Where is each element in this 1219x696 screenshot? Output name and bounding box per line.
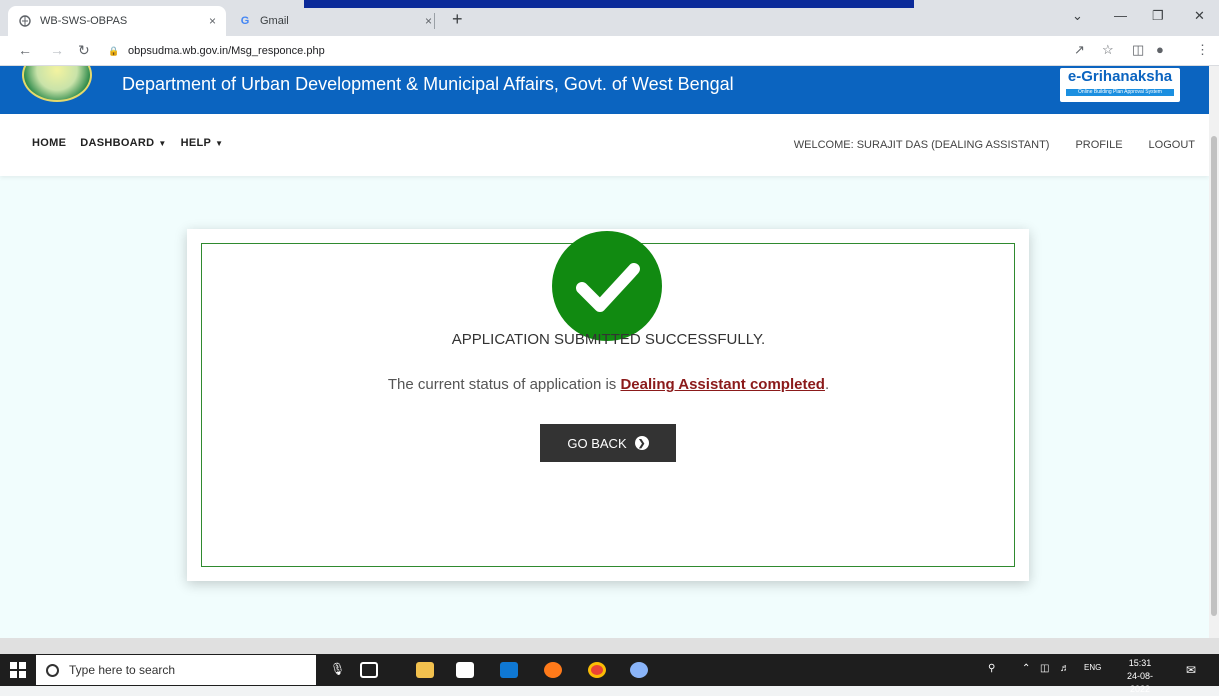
- nav-help-label: HELP: [180, 137, 212, 149]
- taskbar-clock[interactable]: 15:31 24-08-2022: [1118, 657, 1162, 696]
- task-view-icon[interactable]: [360, 662, 378, 678]
- brand-name: e-Grihanaksha: [1067, 68, 1173, 85]
- tab-separator: [434, 13, 435, 29]
- status-suffix: .: [824, 376, 830, 393]
- side-panel-icon[interactable]: ◫: [1132, 42, 1144, 58]
- scrollbar-thumb[interactable]: [1211, 136, 1217, 616]
- page-bottom-strip: [0, 638, 1219, 654]
- notification-icon[interactable]: ✉: [1186, 663, 1196, 677]
- cortana-icon: [46, 663, 59, 677]
- government-logo: [22, 66, 92, 102]
- nav-profile[interactable]: PROFILE: [1075, 139, 1122, 151]
- welcome-text: WELCOME: SURAJIT DAS (DEALING ASSISTANT): [793, 139, 1050, 151]
- forward-icon[interactable]: →: [50, 42, 64, 58]
- language-indicator[interactable]: ENG: [1084, 663, 1101, 672]
- tab-close-icon[interactable]: ×: [209, 14, 216, 28]
- chevron-up-icon[interactable]: ⌃: [1022, 663, 1030, 674]
- tab-title: Gmail: [260, 15, 289, 27]
- site-header: Department of Urban Development & Munici…: [0, 66, 1209, 114]
- tab-gmail[interactable]: G Gmail ×: [228, 6, 442, 36]
- google-icon: G: [240, 15, 250, 27]
- taskbar-search-placeholder: Type here to search: [69, 663, 176, 677]
- reload-icon[interactable]: ↻: [78, 42, 90, 59]
- status-prefix: The current status of application is: [387, 376, 621, 393]
- status-line: The current status of application is Dea…: [0, 376, 1217, 393]
- globe-icon: [18, 14, 32, 28]
- volume-icon[interactable]: ♬: [1060, 663, 1070, 674]
- nav-dashboard-label: DASHBOARD: [80, 137, 155, 149]
- tab-close-icon[interactable]: ×: [425, 14, 432, 28]
- nav-help[interactable]: HELP ▼: [181, 137, 224, 149]
- arrow-right-circle-icon: ❯: [634, 436, 649, 450]
- header-title: Department of Urban Development & Munici…: [122, 74, 734, 94]
- network-icon[interactable]: ◫: [1040, 663, 1049, 674]
- windows-taskbar: Type here to search 🎙 ⚲ ⌃ ◫ ♬ ENG 15:31 …: [0, 654, 1219, 694]
- clock-time: 15:31: [1128, 658, 1152, 668]
- windows-start-icon[interactable]: [10, 662, 26, 678]
- people-icon[interactable]: ⚲: [988, 663, 995, 674]
- status-value: Dealing Assistant completed: [620, 376, 825, 393]
- share-icon[interactable]: ↗: [1074, 42, 1085, 58]
- chrome-icon[interactable]: [588, 662, 606, 678]
- restore-icon[interactable]: ❐: [1152, 8, 1164, 24]
- url-text: obpsudma.wb.gov.in/Msg_responce.php: [128, 45, 325, 57]
- brand-subtitle: Online Building Plan Approval System: [1066, 89, 1174, 96]
- browser-toolbar: ← → ↻ 🔒 obpsudma.wb.gov.in/Msg_responce.…: [0, 36, 1219, 66]
- close-window-icon[interactable]: ✕: [1194, 8, 1205, 24]
- firefox-icon[interactable]: [544, 662, 562, 678]
- lock-icon: 🔒: [108, 46, 120, 56]
- e-grihanaksha-logo: e-Grihanaksha Online Building Plan Appro…: [1060, 68, 1180, 102]
- caret-down-icon: ▼: [215, 139, 224, 148]
- mail-icon[interactable]: [500, 662, 518, 678]
- profile-icon[interactable]: ●: [1156, 42, 1164, 57]
- tab-search-icon[interactable]: ⌄: [1072, 8, 1083, 24]
- minimize-icon[interactable]: —: [1114, 8, 1127, 23]
- go-back-label: GO BACK: [567, 435, 627, 451]
- nav-home[interactable]: HOME: [32, 137, 66, 149]
- go-back-button[interactable]: GO BACK ❯: [540, 424, 676, 462]
- clock-date: 24-08-2022: [1126, 671, 1153, 694]
- menu-kebab-icon[interactable]: ⋮: [1196, 42, 1209, 58]
- page-viewport: Department of Urban Development & Munici…: [0, 66, 1209, 638]
- caret-down-icon: ▼: [158, 139, 167, 148]
- back-icon[interactable]: ←: [18, 42, 32, 58]
- taskbar-search-box[interactable]: Type here to search: [36, 655, 316, 685]
- file-explorer-icon[interactable]: [416, 662, 434, 678]
- microphone-icon[interactable]: 🎙: [330, 662, 348, 678]
- main-navbar: HOME DASHBOARD ▼ HELP ▼ WELCOME: SURAJIT D…: [0, 114, 1209, 176]
- success-check-icon: [552, 231, 662, 341]
- tab-title: WB-SWS-OBPAS: [40, 15, 128, 27]
- paint-icon[interactable]: [630, 662, 648, 678]
- success-headline: APPLICATION SUBMITTED SUCCESSFULLY.: [451, 331, 766, 348]
- browser-tabstrip: WB-SWS-OBPAS × G Gmail × + ⌄ — ❐ ✕: [0, 0, 1219, 36]
- tab-wb-sws-obpas[interactable]: WB-SWS-OBPAS ×: [8, 6, 226, 36]
- bookmark-star-icon[interactable]: ☆: [1102, 42, 1114, 58]
- page-scrollbar[interactable]: [1209, 66, 1219, 638]
- store-icon[interactable]: [456, 662, 474, 678]
- address-bar[interactable]: 🔒 obpsudma.wb.gov.in/Msg_responce.php: [108, 40, 1008, 62]
- new-tab-button[interactable]: +: [452, 9, 463, 30]
- nav-dashboard[interactable]: DASHBOARD ▼: [80, 137, 166, 149]
- nav-logout[interactable]: LOGOUT: [1149, 139, 1195, 151]
